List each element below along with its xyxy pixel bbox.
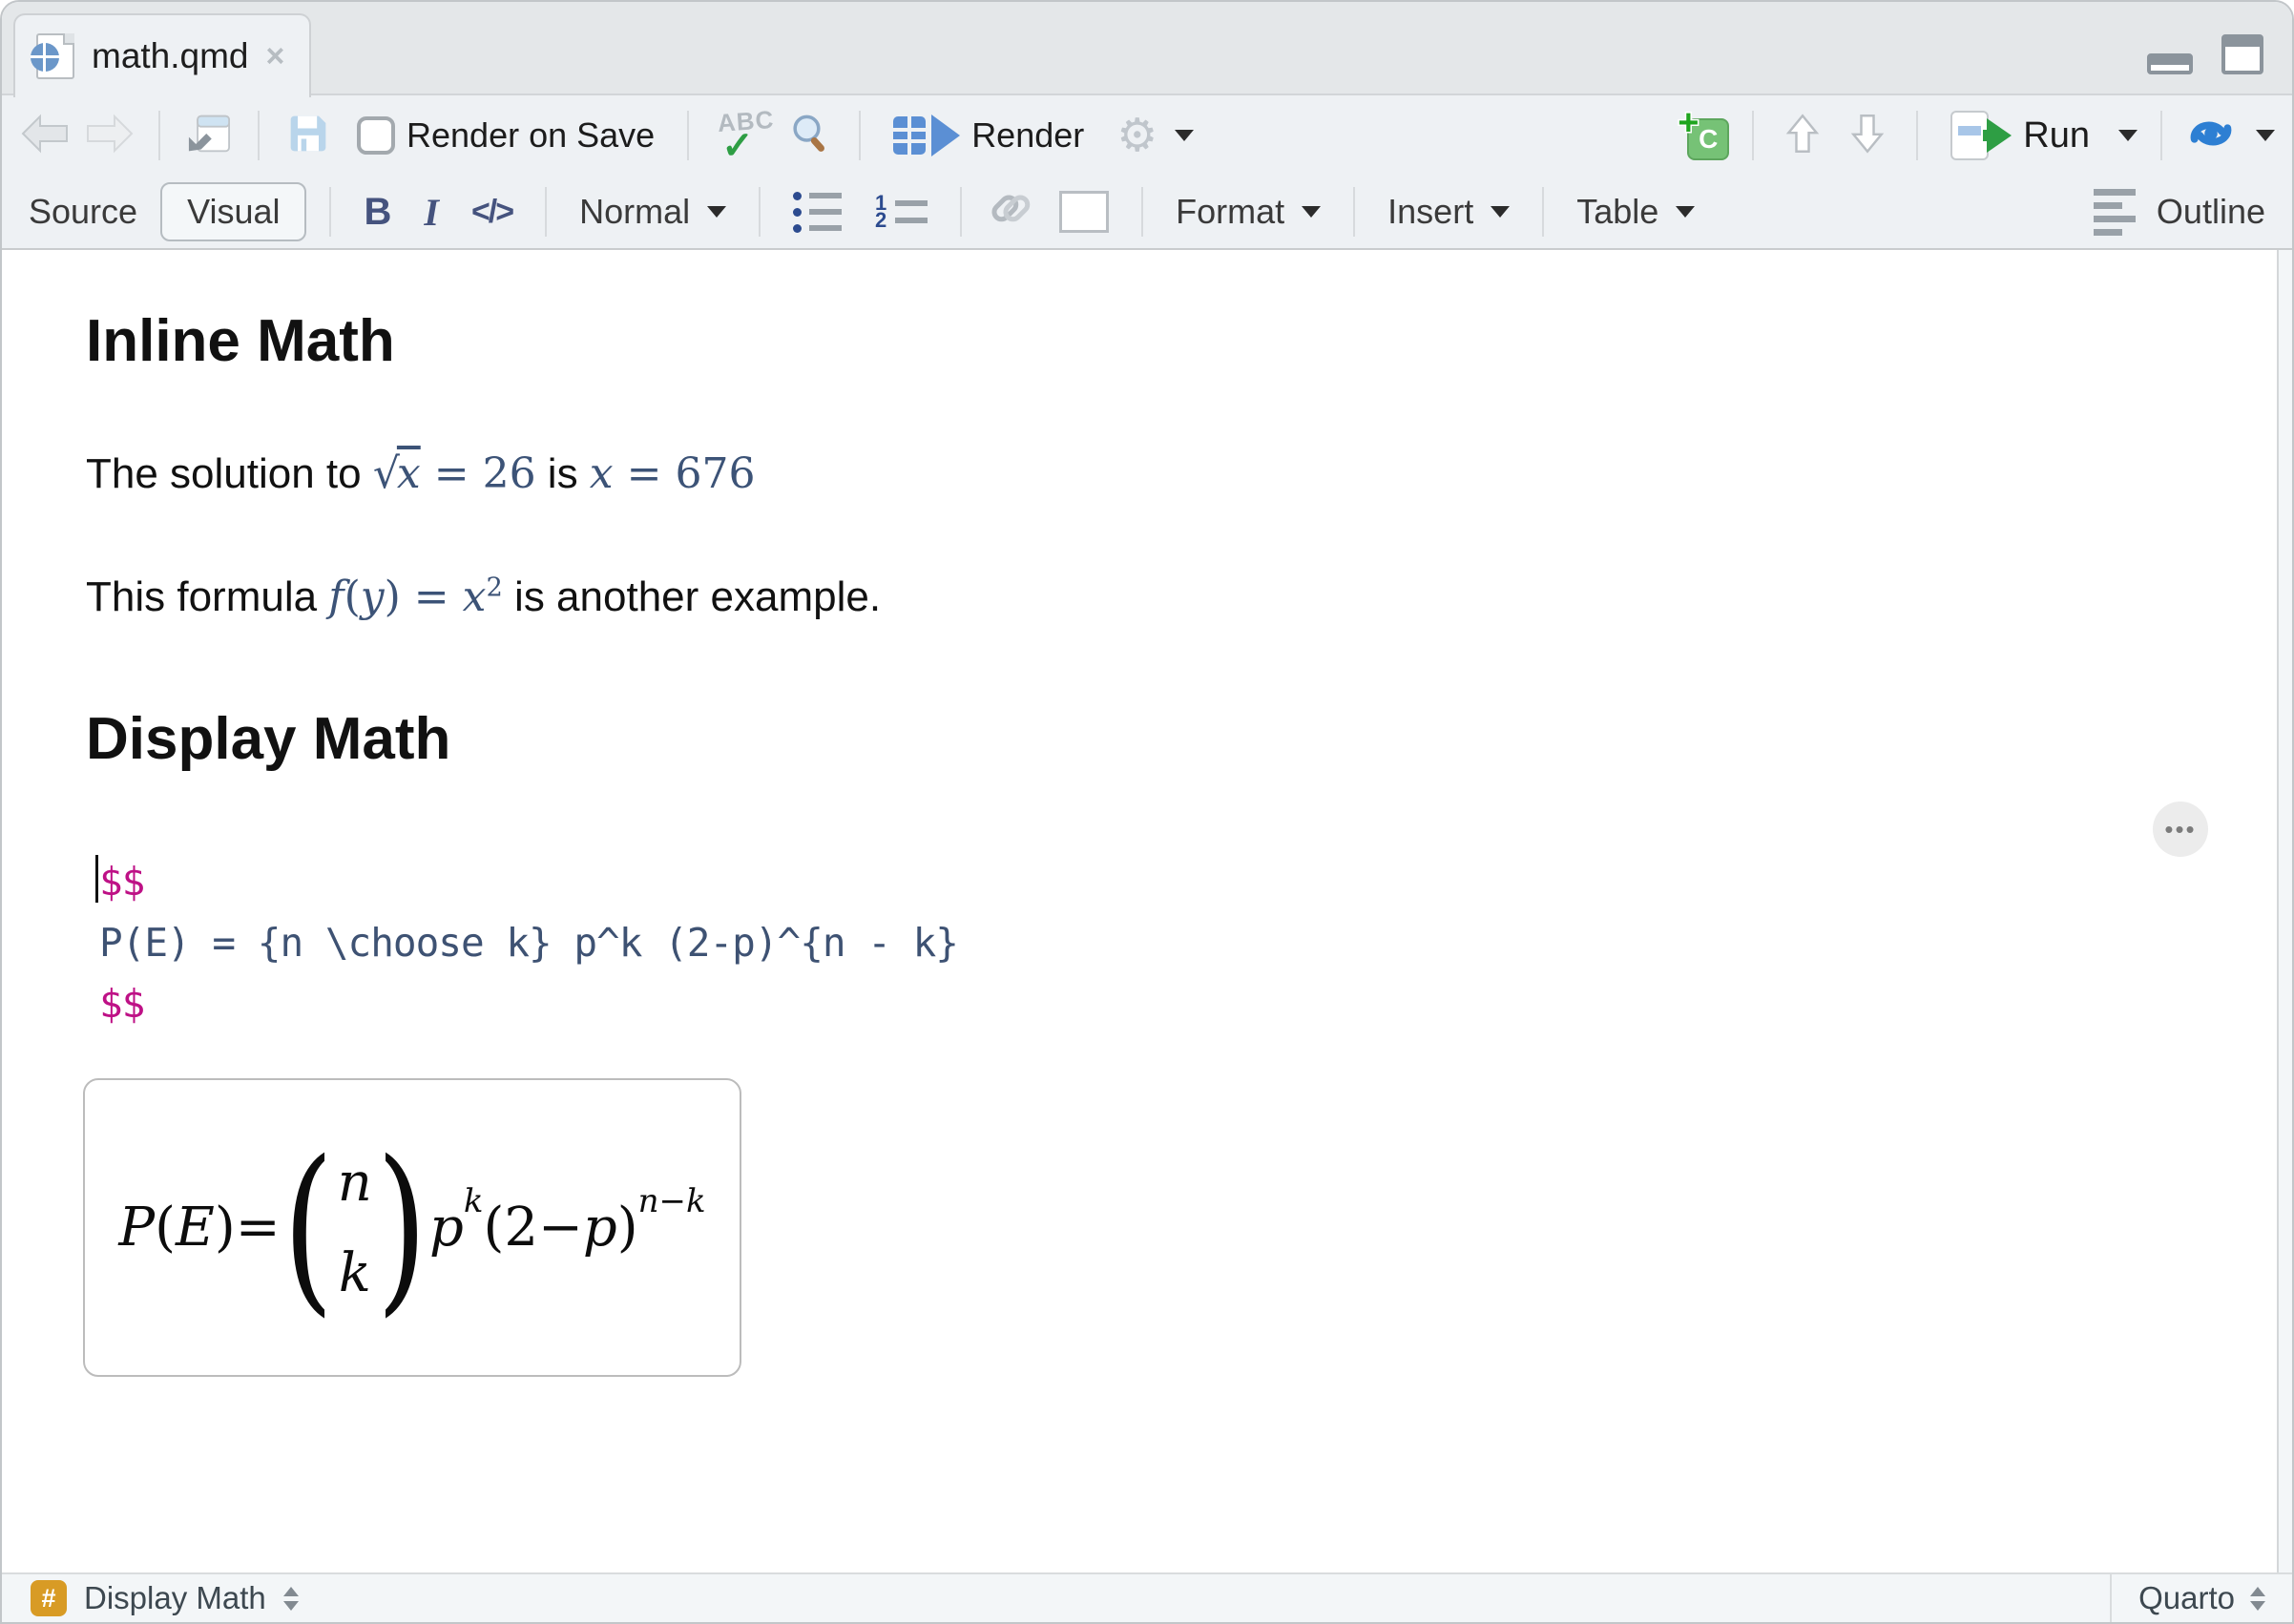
save-icon[interactable] [282,113,334,159]
back-icon[interactable] [19,113,71,159]
tab-math-qmd[interactable]: math.qmd × [13,13,312,97]
italic-button[interactable]: I [414,184,448,240]
outline-icon [2093,188,2136,236]
search-icon[interactable] [784,113,836,159]
bold-button[interactable]: B [354,185,401,239]
outline-toggle[interactable]: Outline [2084,183,2275,241]
rerun-options-chevron-icon[interactable] [2256,130,2275,141]
run-icon [1950,111,2012,160]
tab-title: math.qmd [92,36,249,75]
image-button[interactable] [1050,185,1118,239]
source-mode-button[interactable]: Source [19,186,147,238]
chevron-down-icon [1491,206,1511,218]
render-options-button[interactable]: ⚙ [1107,107,1203,164]
heading-display-math: Display Math [86,706,451,772]
link-icon[interactable] [985,182,1036,242]
paragraph-inline-math-1: The solution to √x = 26 is x = 676 [86,449,756,498]
table-menu[interactable]: Table [1567,186,1704,238]
binom-paren-open: ( [282,1121,334,1333]
chevron-down-icon [1676,206,1696,218]
main-toolbar: Render on Save ABC ✓ Render ⚙ C + Run [2,95,2292,176]
render-on-save-checkbox[interactable] [357,116,395,155]
run-options-chevron-icon[interactable] [2118,130,2138,141]
tab-bar: math.qmd × [2,2,2292,97]
next-chunk-icon[interactable] [1842,113,1893,159]
insert-chunk-button[interactable]: C + [1677,104,1730,160]
paragraph-inline-math-2: This formula f(y) = x2 is another exampl… [86,573,882,621]
code-line-dollar-close: $$ [99,981,145,1027]
gear-icon: ⚙ [1116,109,1158,162]
rendered-equation: P(E) = ( n k ) p k(2 − p) n−k [118,1121,706,1333]
image-icon [1059,191,1110,233]
rstudio-source-pane: math.qmd × Render on Save ABC ✓ Render ⚙… [0,0,2294,1624]
block-type-label: Display Math [84,1580,266,1615]
heading-hash-icon: # [31,1580,67,1616]
display-math-source-block[interactable]: $$ P(E) = {n \choose k} p^k (2-p)^{n - k… [95,851,2292,1034]
editor-mode-selector[interactable]: Quarto [2110,1574,2292,1622]
format-toolbar: Source Visual B I </> Normal 1 2 Format … [2,176,2292,250]
visual-mode-button[interactable]: Visual [160,182,307,241]
render-on-save-toggle[interactable]: Render on Save [347,110,664,161]
code-line-dollar-open: $$ [95,851,2292,912]
visual-editor-canvas[interactable]: Inline Math The solution to √x = 26 is x… [2,250,2292,1572]
insert-menu[interactable]: Insert [1378,186,1519,238]
editor-status-bar: # Display Math Quarto [2,1572,2292,1622]
pane-controls [2147,34,2263,74]
rerun-icon[interactable] [2185,113,2237,159]
block-selector-arrows-icon [282,1586,299,1611]
chevron-down-icon [1302,206,1322,218]
mode-selector-arrows-icon [2250,1586,2265,1611]
quarto-file-icon [31,33,74,79]
render-arrow-icon [931,115,961,156]
maximize-pane-icon[interactable] [2221,34,2263,74]
chevron-down-icon [1175,130,1195,141]
previous-chunk-icon[interactable] [1777,113,1828,159]
binom-paren-close: ) [376,1121,428,1333]
tab-close-icon[interactable]: × [266,38,285,75]
block-options-ellipsis-button[interactable]: ••• [2153,802,2208,857]
spellcheck-icon[interactable]: ABC ✓ [712,105,775,167]
code-button[interactable]: </> [462,188,522,237]
heading-inline-math: Inline Math [86,308,395,374]
block-type-selector[interactable]: # Display Math [2,1580,2110,1616]
open-in-new-window-icon[interactable] [183,113,235,159]
scrollbar-track[interactable] [2277,250,2292,1572]
forward-icon[interactable] [84,113,136,159]
code-line-latex: P(E) = {n \choose k} p^k (2-p)^{n - k} [99,920,959,966]
minimize-pane-icon[interactable] [2147,53,2193,74]
editor-mode-label: Quarto [2138,1580,2235,1615]
math-preview-box: P(E) = ( n k ) p k(2 − p) n−k [83,1078,741,1377]
bullet-list-button[interactable] [783,186,851,239]
plus-icon: + [1677,103,1700,143]
render-button[interactable]: Render [884,109,1094,162]
format-menu[interactable]: Format [1166,186,1330,238]
numbered-list-button[interactable]: 1 2 [865,193,937,231]
render-icon [893,116,927,155]
chevron-down-icon [707,206,727,218]
render-on-save-label: Render on Save [407,115,656,155]
text-cursor [95,855,98,903]
paragraph-style-dropdown[interactable]: Normal [570,186,736,238]
run-button[interactable]: Run [1941,105,2099,166]
